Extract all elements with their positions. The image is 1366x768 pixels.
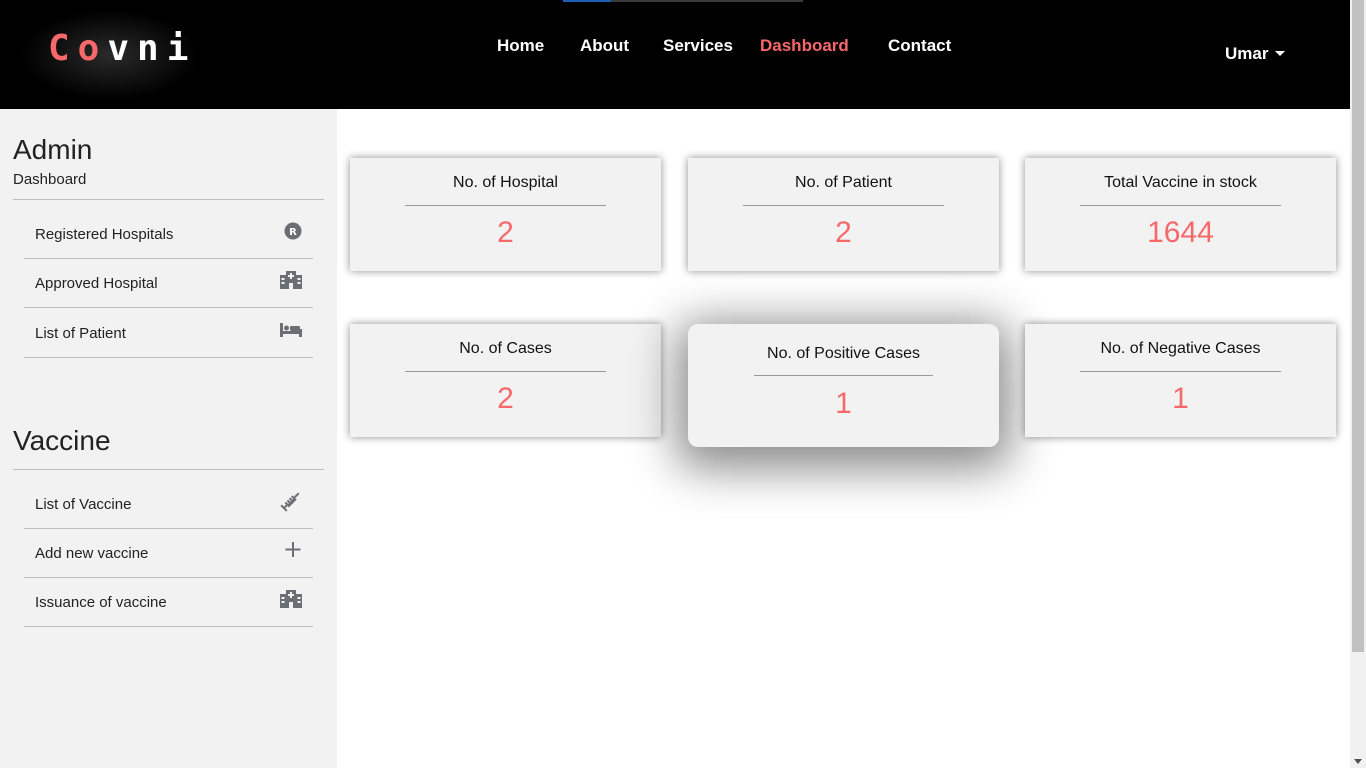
sidebar-item-list-of-vaccine[interactable]: List of Vaccine [24, 480, 313, 529]
stat-card-title: No. of Positive Cases [767, 345, 920, 362]
divider [13, 469, 324, 470]
plus-icon [279, 539, 303, 561]
divider [13, 199, 324, 200]
registered-icon: R [279, 220, 303, 242]
stat-card-title: Total Vaccine in stock [1104, 174, 1257, 191]
stat-card-value: 2 [497, 382, 514, 415]
admin-section-subtitle: Dashboard [13, 171, 87, 188]
sidebar-item-approved-hospital[interactable]: Approved Hospital [24, 259, 313, 308]
nav-services[interactable]: Services [663, 36, 733, 56]
user-menu[interactable]: Umar [1225, 44, 1268, 64]
divider [743, 205, 944, 206]
brand-logo[interactable]: Covni [48, 28, 196, 69]
stat-card-positive-cases: No. of Positive Cases 1 [688, 324, 999, 447]
nav-dashboard[interactable]: Dashboard [760, 36, 849, 56]
nav-about[interactable]: About [580, 36, 629, 56]
stat-card-title: No. of Negative Cases [1100, 340, 1261, 357]
nav-contact[interactable]: Contact [888, 36, 951, 56]
svg-text:R: R [289, 227, 297, 238]
admin-section-title: Admin [13, 134, 93, 165]
sidebar-item-label: Add new vaccine [35, 545, 149, 562]
stat-card-patients: No. of Patient 2 [688, 158, 999, 271]
logo-part1: Co [48, 28, 108, 69]
vaccine-section-title: Vaccine [13, 425, 111, 456]
top-accent-bar [563, 0, 803, 2]
stat-card-hospitals: No. of Hospital 2 [350, 158, 661, 271]
bed-icon [279, 319, 303, 341]
top-accent-bar-highlight [563, 0, 611, 2]
divider [405, 371, 606, 372]
hospital-icon [279, 588, 303, 610]
hospital-icon [279, 269, 303, 291]
sidebar-item-label: Approved Hospital [35, 275, 158, 292]
sidebar-item-list-of-patient[interactable]: List of Patient [24, 309, 313, 358]
logo-part3: ni [137, 28, 197, 69]
stat-card-vaccine-stock: Total Vaccine in stock 1644 [1025, 158, 1336, 271]
divider [405, 205, 606, 206]
divider [754, 375, 933, 376]
syringe-icon [279, 490, 303, 512]
stat-card-value: 2 [835, 216, 852, 249]
stat-card-title: No. of Hospital [453, 174, 558, 191]
stat-card-title: No. of Cases [459, 340, 552, 357]
page-scrollbar[interactable] [1350, 0, 1366, 768]
sidebar-item-label: Registered Hospitals [35, 226, 174, 243]
sidebar-item-add-new-vaccine[interactable]: Add new vaccine [24, 529, 313, 578]
stat-card-value: 1644 [1147, 216, 1214, 249]
nav-home[interactable]: Home [497, 36, 544, 56]
scroll-down-icon[interactable] [1354, 759, 1362, 764]
stat-card-negative-cases: No. of Negative Cases 1 [1025, 324, 1336, 437]
sidebar-item-label: List of Patient [35, 325, 126, 342]
sidebar: Admin Dashboard Registered Hospitals R A… [0, 109, 337, 768]
stat-card-value: 1 [835, 387, 852, 420]
stat-card-value: 1 [1172, 382, 1189, 415]
stat-card-cases: No. of Cases 2 [350, 324, 661, 437]
stat-card-value: 2 [497, 216, 514, 249]
stat-card-title: No. of Patient [795, 174, 892, 191]
top-navbar: Covni Home About Services Dashboard Cont… [0, 0, 1350, 109]
divider [1080, 205, 1281, 206]
divider [1080, 371, 1281, 372]
sidebar-item-label: List of Vaccine [35, 496, 132, 513]
scrollbar-thumb[interactable] [1352, 0, 1364, 652]
logo-part2: v [107, 28, 138, 69]
sidebar-item-issuance-of-vaccine[interactable]: Issuance of vaccine [24, 578, 313, 627]
sidebar-item-label: Issuance of vaccine [35, 594, 167, 611]
chevron-down-icon[interactable] [1275, 51, 1285, 56]
sidebar-item-registered-hospitals[interactable]: Registered Hospitals R [24, 210, 313, 259]
